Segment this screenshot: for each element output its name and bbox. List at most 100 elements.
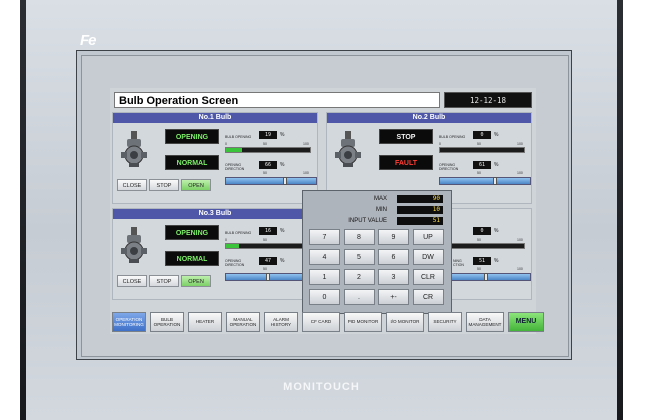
key-clear[interactable]: CLR <box>412 269 444 285</box>
opening-value: 0 <box>473 131 491 139</box>
bulb-title: No.3 Bulb <box>113 209 317 219</box>
scale-min: 0 <box>225 142 227 146</box>
close-button[interactable]: CLOSE <box>117 179 147 191</box>
bulb-operation-button[interactable]: BULB OPERATION <box>150 312 184 332</box>
input-value-label: INPUT VALUE <box>348 218 387 224</box>
scale-max: 100 <box>517 171 523 175</box>
opening-bar-fill <box>226 244 240 248</box>
page-title: Bulb Operation Screen <box>114 92 440 108</box>
direction-label: OPENING DIRECTION <box>439 163 459 171</box>
opening-value: 16 <box>259 227 277 235</box>
close-button[interactable]: CLOSE <box>117 275 147 287</box>
scale-min: 0 <box>225 238 227 242</box>
bulb-title: No.1 Bulb <box>113 113 317 123</box>
percent-unit: % <box>280 258 285 264</box>
key-1[interactable]: 1 <box>309 269 340 285</box>
status-fault: FAULT <box>379 155 433 170</box>
alarm-history-button[interactable]: ALARM HISTORY <box>264 312 298 332</box>
key-4[interactable]: 4 <box>309 249 340 265</box>
stop-button[interactable]: STOP <box>149 179 179 191</box>
screen-frame: Bulb Operation Screen 12-12-18 09:21:43T… <box>76 50 572 360</box>
percent-unit: % <box>494 228 499 234</box>
key-7[interactable]: 7 <box>309 229 340 245</box>
status-opening: OPENING <box>165 225 219 240</box>
bulb-title: No.2 Bulb <box>327 113 531 123</box>
scale-mid: 50 <box>477 238 481 242</box>
direction-label: NING CTION <box>453 259 464 267</box>
valve-icon <box>121 131 147 167</box>
key-9[interactable]: 9 <box>378 229 409 245</box>
direction-slider[interactable] <box>439 273 531 281</box>
slider-thumb[interactable] <box>483 273 488 281</box>
percent-unit: % <box>280 228 285 234</box>
scale-max: 100 <box>517 238 523 242</box>
status-stop: STOP <box>379 129 433 144</box>
min-label: MIN <box>376 207 387 213</box>
scale-mid: 50 <box>477 142 481 146</box>
slider-thumb[interactable] <box>283 177 288 185</box>
io-monitor-button[interactable]: I/O MONITOR <box>386 312 424 332</box>
security-button[interactable]: SECURITY <box>428 312 462 332</box>
brand-logo: Fe <box>80 32 96 49</box>
key-8[interactable]: 8 <box>343 229 375 245</box>
scale-max: 100 <box>517 267 523 271</box>
data-management-button[interactable]: DATA MANAGEMENT <box>466 312 504 332</box>
slider-thumb[interactable] <box>266 273 271 281</box>
key-5[interactable]: 5 <box>343 249 375 265</box>
percent-unit: % <box>494 162 499 168</box>
bulb-panel-1: No.1 Bulb OPENING NORMAL BULB OPENING 19… <box>112 112 318 204</box>
numeric-keypad: MAX 90 MIN 10 INPUT VALUE 51 7 8 9 UP 4 5 6 DW 1… <box>302 190 452 314</box>
cf-card-button[interactable]: CF CARD <box>302 312 340 332</box>
operation-panel: Bulb Operation Screen 12-12-18 09:21:43T… <box>110 88 544 334</box>
key-3[interactable]: 3 <box>378 269 409 285</box>
bulb-panel-3: No.3 Bulb OPENING NORMAL BULB OPENING 16… <box>112 208 318 300</box>
status-normal: NORMAL <box>165 251 219 266</box>
opening-label: BULB OPENING <box>225 231 252 235</box>
slider-thumb[interactable] <box>492 177 497 185</box>
clock-display: 12-12-18 09:21:43TUE <box>444 92 532 121</box>
key-enter[interactable]: CR <box>412 289 444 305</box>
opening-label: BULB OPENING <box>225 135 252 139</box>
touch-screen: Bulb Operation Screen 12-12-18 09:21:43T… <box>81 55 569 357</box>
direction-slider[interactable] <box>439 177 531 185</box>
valve-icon <box>121 227 147 263</box>
pid-monitor-button[interactable]: PID MONITOR <box>344 312 382 332</box>
scale-mid: 50 <box>263 142 267 146</box>
direction-value: 66 <box>259 161 277 169</box>
min-value: 10 <box>397 206 443 214</box>
manual-operation-button[interactable]: MANUAL OPERATION <box>226 312 260 332</box>
opening-value: 19 <box>259 131 277 139</box>
scale-mid: 50 <box>263 238 267 242</box>
scale-mid: 50 <box>263 171 267 175</box>
key-down[interactable]: DW <box>412 249 444 265</box>
scale-max: 100 <box>517 142 523 146</box>
percent-unit: % <box>494 258 499 264</box>
direction-value: 47 <box>259 257 277 265</box>
scale-min: 0 <box>439 142 441 146</box>
direction-label: OPENING DIRECTION <box>225 259 245 267</box>
input-value-display[interactable]: 51 <box>397 217 443 225</box>
stop-button[interactable]: STOP <box>149 275 179 287</box>
opening-label: BULB OPENING <box>439 135 466 139</box>
scale-mid: 50 <box>477 171 481 175</box>
key-2[interactable]: 2 <box>343 269 375 285</box>
operation-monitoring-button[interactable]: OPERATION MONITORING <box>112 312 146 332</box>
key-0[interactable]: 0 <box>309 289 340 305</box>
open-button[interactable]: OPEN <box>181 275 211 287</box>
key-plus-minus[interactable]: +- <box>378 289 409 305</box>
direction-label: OPENING DIRECTION <box>225 163 245 171</box>
key-6[interactable]: 6 <box>378 249 409 265</box>
opening-value: 0 <box>473 227 491 235</box>
valve-icon <box>335 131 361 167</box>
key-up[interactable]: UP <box>412 229 444 245</box>
percent-unit: % <box>280 132 285 138</box>
opening-bar <box>225 243 311 249</box>
key-decimal[interactable]: . <box>343 289 375 305</box>
direction-value: 51 <box>473 257 491 265</box>
status-opening: OPENING <box>165 129 219 144</box>
heater-button[interactable]: HEATER <box>188 312 222 332</box>
direction-slider[interactable] <box>225 177 317 185</box>
menu-button[interactable]: MENU <box>508 312 544 332</box>
open-button[interactable]: OPEN <box>181 179 211 191</box>
direction-value: 61 <box>473 161 491 169</box>
